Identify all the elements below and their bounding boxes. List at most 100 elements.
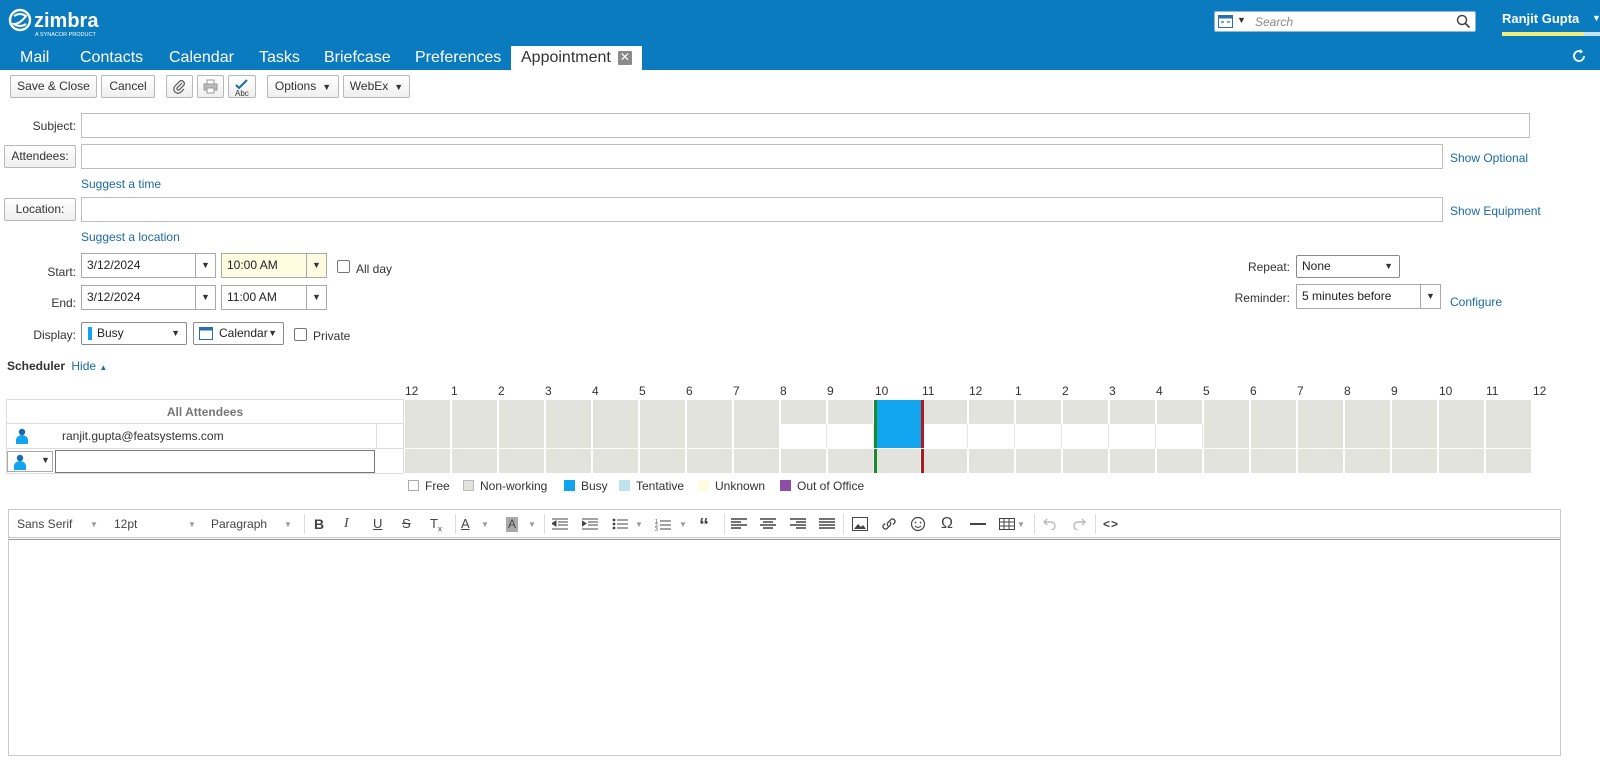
tab-appointment[interactable]: Appointment ✕ [511,46,642,70]
freebusy-cell[interactable] [1251,424,1297,448]
end-date-value[interactable]: 3/12/2024 [87,286,140,309]
freebusy-cell[interactable] [546,424,592,448]
source-code-icon[interactable]: <> [1103,510,1119,538]
tab-tasks[interactable]: Tasks [249,46,310,70]
location-button[interactable]: Location: [4,198,76,221]
suggest-location-link[interactable]: Suggest a location [81,230,180,244]
freebusy-cell[interactable] [828,424,874,448]
chevron-down-icon[interactable]: ▼ [195,254,215,277]
freebusy-cell[interactable] [828,449,874,473]
refresh-icon[interactable] [1570,47,1588,65]
freebusy-cell[interactable] [1063,400,1109,424]
freebusy-cell[interactable] [1063,449,1109,473]
emoji-icon[interactable] [910,516,926,532]
redo-icon[interactable] [1072,518,1086,530]
repeat-select[interactable]: None ▼ [1296,255,1400,278]
freebusy-cell[interactable] [1439,400,1485,424]
end-time-marker[interactable] [921,400,924,424]
freebusy-cell[interactable] [1439,449,1485,473]
end-time-marker[interactable] [921,449,924,473]
freebusy-cell[interactable] [499,449,545,473]
freebusy-cell[interactable] [593,424,639,448]
attendee-type-select[interactable]: ▼ [7,451,53,472]
align-center-icon[interactable] [760,518,776,530]
freebusy-cell[interactable] [1298,400,1344,424]
freebusy-cell[interactable] [1486,449,1532,473]
undo-icon[interactable] [1043,518,1057,530]
reminder-value[interactable]: 5 minutes before [1302,285,1391,308]
freebusy-cell[interactable] [1298,449,1344,473]
freebusy-cell[interactable] [1016,424,1062,448]
start-time-marker[interactable] [874,449,877,473]
freebusy-cell[interactable] [969,400,1015,424]
freebusy-cell[interactable] [781,424,827,448]
attach-button[interactable] [166,75,193,98]
text-color-icon[interactable]: A [461,510,470,538]
freebusy-cell[interactable] [640,424,686,448]
end-date-picker[interactable]: 3/12/2024 ▼ [81,285,216,310]
freebusy-cell[interactable] [640,449,686,473]
freebusy-cell[interactable] [546,449,592,473]
show-equipment-link[interactable]: Show Equipment [1450,204,1541,218]
freebusy-cell[interactable] [687,424,733,448]
align-right-icon[interactable] [790,518,806,530]
freebusy-cell[interactable] [405,424,451,448]
print-button[interactable] [197,75,224,98]
add-attendee-input[interactable] [55,450,375,473]
chevron-down-icon[interactable]: ▼ [306,286,326,309]
freebusy-cell[interactable] [499,400,545,424]
freebusy-cell[interactable] [1157,424,1203,448]
freebusy-cell[interactable] [1345,400,1391,424]
show-as-select[interactable]: Busy ▼ [81,322,187,345]
tab-contacts[interactable]: Contacts [70,46,153,70]
location-input[interactable] [81,197,1443,222]
freebusy-cell[interactable] [969,424,1015,448]
start-date-value[interactable]: 3/12/2024 [87,254,140,277]
save-close-button[interactable]: Save & Close [10,75,97,98]
attendees-input[interactable] [81,144,1443,169]
freebusy-cell[interactable] [1298,424,1344,448]
calendar-select[interactable]: Calendar ▼ [193,322,284,345]
search-input[interactable]: Search [1255,13,1293,31]
freebusy-cell[interactable] [734,400,780,424]
search-type-dropdown-icon[interactable]: ▼ [1237,15,1246,25]
close-icon[interactable]: ✕ [617,51,632,65]
private-checkbox[interactable] [294,328,307,341]
font-size-select[interactable]: 12pt [114,510,137,538]
insert-link-icon[interactable] [881,517,897,531]
freebusy-cell[interactable] [405,449,451,473]
table-icon[interactable] [999,518,1015,530]
freebusy-cell[interactable] [1110,400,1156,424]
font-family-select[interactable]: Sans Serif [17,510,72,538]
attendees-button[interactable]: Attendees: [4,145,76,168]
horizontal-rule-icon[interactable] [970,523,986,525]
chevron-down-icon[interactable]: ▼ [195,286,215,309]
freebusy-cell[interactable] [593,449,639,473]
background-color-icon[interactable]: A [506,517,519,532]
subject-input[interactable] [81,113,1530,138]
freebusy-cell[interactable] [687,400,733,424]
align-left-icon[interactable] [731,518,747,530]
search-icon[interactable] [1456,14,1471,29]
chevron-down-icon[interactable]: ▼ [306,254,326,277]
hide-scheduler-link[interactable]: Hide ▲ [71,359,107,373]
freebusy-cell[interactable] [1345,424,1391,448]
freebusy-cell[interactable] [687,449,733,473]
indent-icon[interactable] [582,518,598,530]
start-date-picker[interactable]: 3/12/2024 ▼ [81,253,216,278]
freebusy-cell[interactable] [922,424,968,448]
freebusy-cell[interactable] [1486,424,1532,448]
freebusy-cell[interactable] [1110,449,1156,473]
end-time-marker[interactable] [921,424,924,448]
freebusy-cell[interactable] [734,424,780,448]
freebusy-cell[interactable] [1392,449,1438,473]
end-time-picker[interactable]: 11:00 AM ▼ [221,285,327,310]
start-time-marker[interactable] [874,400,877,424]
chevron-down-icon[interactable]: ▼ [1420,285,1440,308]
all-day-checkbox[interactable] [337,260,350,273]
freebusy-cell[interactable] [1110,424,1156,448]
freebusy-cell[interactable] [593,400,639,424]
insert-image-icon[interactable] [852,517,868,531]
freebusy-cell[interactable] [1157,449,1203,473]
freebusy-cell[interactable] [1439,424,1485,448]
